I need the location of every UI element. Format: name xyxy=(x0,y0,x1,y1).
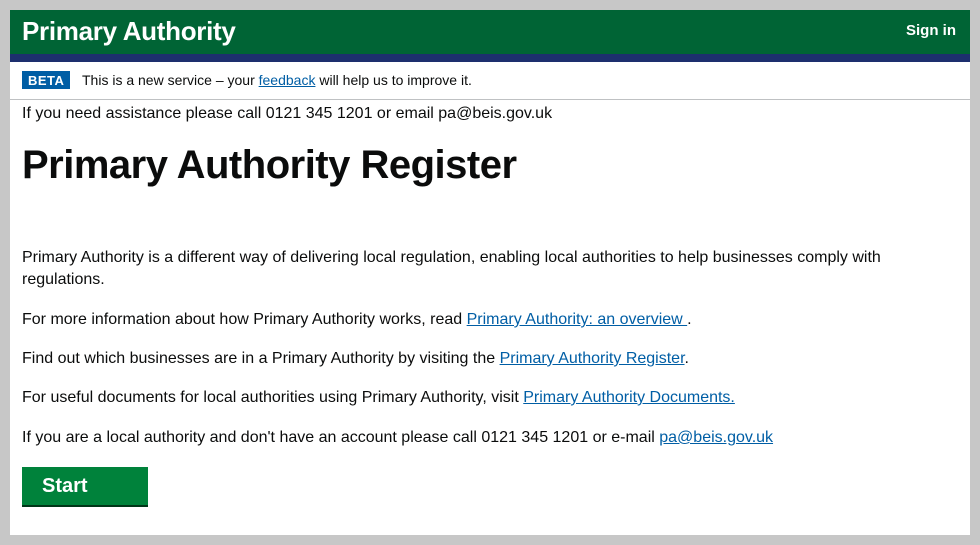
start-button[interactable]: Start xyxy=(22,467,148,505)
header-accent-bar xyxy=(10,54,970,62)
site-header: Primary Authority Sign in xyxy=(10,10,970,54)
sign-in-link[interactable]: Sign in xyxy=(906,22,956,39)
service-title[interactable]: Primary Authority xyxy=(22,16,236,47)
beta-message-before: This is a new service – your xyxy=(82,72,259,88)
beta-tag: BETA xyxy=(22,71,71,89)
register-link[interactable]: Primary Authority Register xyxy=(500,350,685,367)
find-end: . xyxy=(684,350,689,367)
beta-banner: BETA This is a new service – your feedba… xyxy=(10,62,970,100)
intro-paragraph: Primary Authority is a different way of … xyxy=(22,249,881,288)
docs-paragraph: For useful documents for local authoriti… xyxy=(22,387,962,409)
more-info-text: For more information about how Primary A… xyxy=(22,311,467,328)
account-paragraph: If you are a local authority and don't h… xyxy=(22,427,962,449)
docs-text: For useful documents for local authoriti… xyxy=(22,389,524,406)
beta-message-after: will help us to improve it. xyxy=(315,72,472,88)
find-paragraph: Find out which businesses are in a Prima… xyxy=(22,348,962,370)
more-info-end: . xyxy=(687,311,692,328)
feedback-link[interactable]: feedback xyxy=(259,72,316,88)
more-info-paragraph: For more information about how Primary A… xyxy=(22,309,962,331)
overview-link[interactable]: Primary Authority: an overview xyxy=(467,311,688,328)
account-text: If you are a local authority and don't h… xyxy=(22,429,660,446)
documents-link[interactable]: Primary Authority Documents. xyxy=(523,389,735,406)
assistance-text: If you need assistance please call 0121 … xyxy=(22,105,553,122)
beta-message: This is a new service – your feedback wi… xyxy=(82,72,472,88)
page-title: Primary Authority Register xyxy=(22,143,517,187)
find-text: Find out which businesses are in a Prima… xyxy=(22,350,500,367)
page-frame: Primary Authority Sign in BETA This is a… xyxy=(10,10,970,535)
email-link[interactable]: pa@beis.gov.uk xyxy=(659,429,773,446)
